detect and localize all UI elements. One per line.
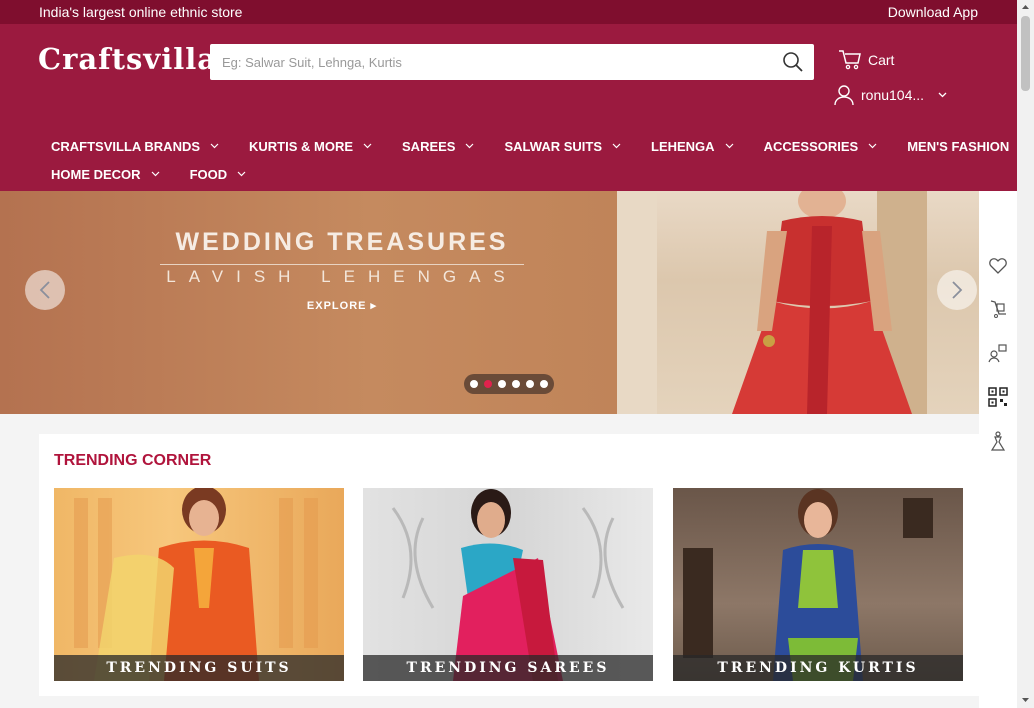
stylist-icon[interactable] <box>988 431 1008 451</box>
carousel-dots <box>464 374 554 394</box>
nav-item-salwar-suits[interactable]: SALWAR SUITS <box>504 139 621 154</box>
nav-item-home-decor[interactable]: HOME DECOR <box>51 167 160 182</box>
nav-label: ACCESSORIES <box>763 138 859 154</box>
search-bar <box>210 44 814 80</box>
chevron-down-icon <box>868 143 877 149</box>
nav-label: FOOD <box>189 166 228 182</box>
banner-divider <box>160 264 524 265</box>
user-menu[interactable]: ronu104... <box>833 84 947 106</box>
product-image <box>391 489 625 681</box>
chevron-down-icon <box>363 143 372 149</box>
chevron-down-icon <box>466 143 474 149</box>
nav-label: KURTIS & MORE <box>249 138 354 154</box>
qr-code-icon[interactable] <box>988 387 1008 407</box>
logo[interactable]: Craftsvilla <box>38 42 217 76</box>
card-caption: TRENDING KURTIS <box>673 655 963 681</box>
search-input[interactable] <box>222 44 762 80</box>
carousel-dot[interactable] <box>470 380 478 388</box>
search-icon[interactable] <box>782 51 804 73</box>
user-icon <box>834 85 854 106</box>
nav-item-craftsvilla-brands[interactable]: CRAFTSVILLA BRANDS <box>51 139 219 154</box>
chevron-right-icon <box>952 281 963 299</box>
nav-label: MEN'S FASHION <box>907 138 1010 154</box>
trending-card-sarees[interactable]: TRENDING SAREES <box>363 488 653 681</box>
nav-item-accessories[interactable]: ACCESSORIES <box>764 139 878 154</box>
nav-label: LEHENGA <box>651 138 715 154</box>
card-caption: TRENDING SUITS <box>54 655 344 681</box>
chevron-down-icon <box>237 171 246 177</box>
trending-card-suits[interactable]: TRENDING SUITS <box>54 488 344 681</box>
cart-button[interactable]: Cart <box>838 49 894 71</box>
header: Craftsvilla Cart ronu104... CRAFTSVILLA … <box>0 24 1028 191</box>
user-name: ronu104... <box>861 87 925 103</box>
nav-label: SAREES <box>402 138 456 154</box>
chevron-down-icon <box>938 92 947 98</box>
nav-item-food[interactable]: FOOD <box>190 167 247 182</box>
order-tracking-icon[interactable] <box>988 299 1008 319</box>
chevron-down-icon <box>210 143 219 149</box>
carousel-dot[interactable] <box>540 380 548 388</box>
carousel-next-button[interactable] <box>937 270 977 310</box>
top-bar: India's largest online ethnic store Down… <box>0 0 1017 24</box>
product-image <box>683 489 933 681</box>
nav-label: SALWAR SUITS <box>504 138 602 154</box>
banner-subtitle: LAVISH LEHENGAS <box>166 267 518 286</box>
chevron-down-icon <box>612 143 621 149</box>
wishlist-icon[interactable] <box>988 256 1008 276</box>
carousel-dot[interactable] <box>498 380 506 388</box>
nav-item-kurtis-more[interactable]: KURTIS & MORE <box>249 139 372 154</box>
download-app-link[interactable]: Download App <box>888 4 978 20</box>
chevron-down-icon <box>151 171 159 177</box>
carousel-dot[interactable] <box>526 380 534 388</box>
card-caption: TRENDING SAREES <box>363 655 653 681</box>
trending-corner-section: TRENDING CORNER TRENDING SUITS TRENDING … <box>39 434 979 696</box>
nav-label: CRAFTSVILLA BRANDS <box>51 138 201 154</box>
carousel-dot-active[interactable] <box>484 380 492 388</box>
product-image <box>74 488 318 681</box>
nav-label: HOME DECOR <box>51 166 141 182</box>
chevron-down-icon <box>725 143 733 149</box>
exchange-icon[interactable] <box>988 343 1008 363</box>
banner-explore-link[interactable]: EXPLORE ▸ <box>0 299 684 312</box>
nav-item-lehenga[interactable]: LEHENGA <box>651 139 734 154</box>
scroll-down-icon[interactable] <box>1021 697 1030 703</box>
banner-title: WEDDING TREASURES <box>175 228 509 256</box>
main-nav: CRAFTSVILLA BRANDS KURTIS & MORE SAREES … <box>51 132 1028 188</box>
cart-label: Cart <box>868 52 895 68</box>
trending-card-kurtis[interactable]: TRENDING KURTIS <box>673 488 963 681</box>
cart-icon <box>839 50 861 70</box>
nav-item-sarees[interactable]: SAREES <box>402 139 474 154</box>
carousel-prev-button[interactable] <box>25 270 65 310</box>
chevron-left-icon <box>39 281 50 299</box>
carousel-dot[interactable] <box>512 380 520 388</box>
nav-row-1: CRAFTSVILLA BRANDS KURTIS & MORE SAREES … <box>51 132 1028 160</box>
tagline: India's largest online ethnic store <box>39 4 243 20</box>
quick-links-sidebar <box>979 191 1017 708</box>
scrollbar-thumb[interactable] <box>1021 16 1030 91</box>
nav-row-2: HOME DECOR FOOD <box>51 160 991 188</box>
scroll-up-icon[interactable] <box>1021 4 1030 10</box>
model-figure <box>732 191 912 414</box>
page-scrollbar[interactable] <box>1017 0 1034 708</box>
nav-item-mens-fashion[interactable]: MEN'S FASHION <box>907 139 1028 154</box>
section-title: TRENDING CORNER <box>54 452 212 469</box>
hero-banner[interactable]: WEDDING TREASURES LAVISH LEHENGAS EXPLOR… <box>0 191 1017 414</box>
